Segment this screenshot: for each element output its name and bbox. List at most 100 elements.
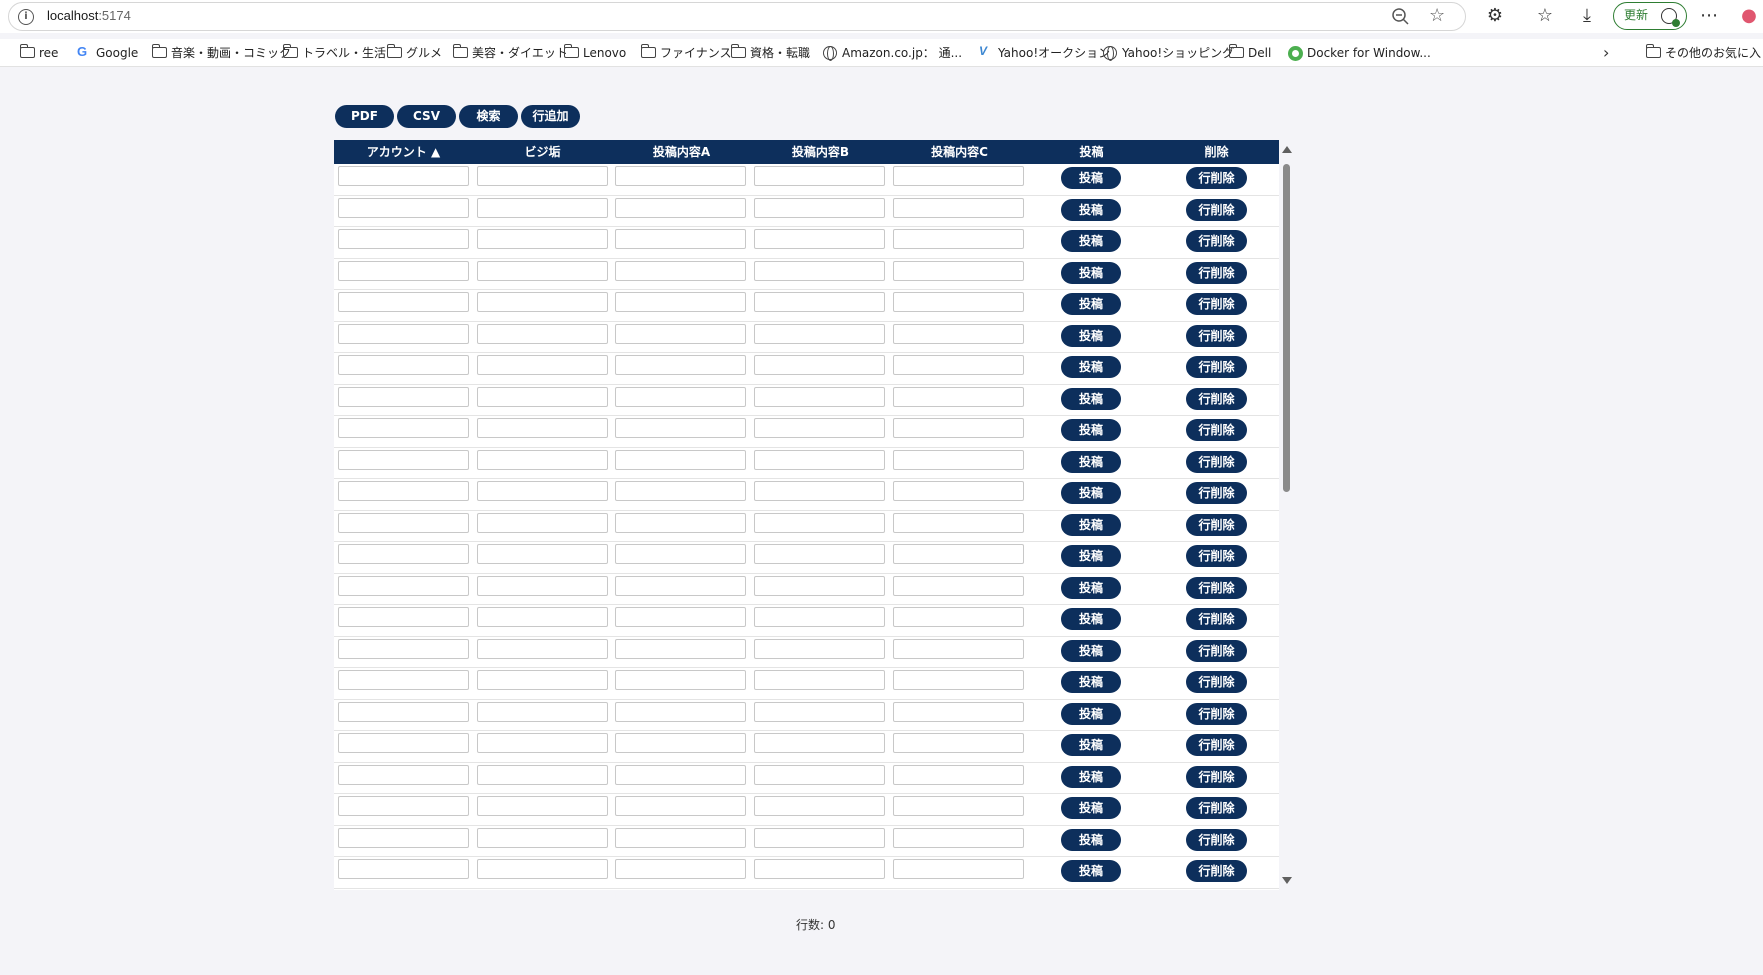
post-content-a-input[interactable] [615, 355, 746, 375]
extensions-icon[interactable]: ⚙ [1483, 5, 1507, 29]
post-content-a-input[interactable] [615, 292, 746, 312]
account-input[interactable] [338, 260, 469, 281]
post-button[interactable]: 投稿 [1061, 482, 1121, 504]
account-input[interactable] [338, 796, 469, 816]
account-input[interactable] [338, 229, 469, 249]
biz-account-input[interactable] [477, 607, 608, 627]
chevron-right-icon[interactable]: › [1603, 43, 1609, 62]
account-input[interactable] [338, 827, 469, 848]
bookmark-travel[interactable]: トラベル・生活 [283, 43, 386, 63]
post-content-b-input[interactable] [754, 229, 885, 249]
delete-row-button[interactable]: 行削除 [1186, 702, 1247, 725]
account-input[interactable] [338, 575, 469, 596]
delete-row-button[interactable]: 行削除 [1186, 513, 1247, 536]
post-content-b-input[interactable] [754, 827, 885, 848]
account-input[interactable] [338, 449, 469, 470]
account-input[interactable] [338, 292, 469, 312]
post-content-a-input[interactable] [615, 197, 746, 218]
post-content-a-input[interactable] [615, 449, 746, 470]
post-content-c-input[interactable] [893, 733, 1024, 753]
post-button[interactable]: 投稿 [1061, 261, 1121, 284]
delete-row-button[interactable]: 行削除 [1186, 324, 1247, 347]
more-menu-icon[interactable]: ⋯ [1697, 5, 1721, 29]
post-button[interactable]: 投稿 [1061, 576, 1121, 599]
search-button[interactable]: 検索 [459, 105, 518, 128]
delete-row-button[interactable]: 行削除 [1186, 797, 1247, 819]
post-content-b-input[interactable] [754, 418, 885, 438]
address-bar[interactable]: i localhost:5174 ☆ [8, 2, 1466, 31]
post-content-c-input[interactable] [893, 544, 1024, 564]
bookmark-music[interactable]: 音楽・動画・コミック [152, 43, 291, 63]
scroll-up-arrow-icon[interactable] [1282, 146, 1292, 153]
post-button[interactable]: 投稿 [1061, 828, 1121, 851]
delete-row-button[interactable]: 行削除 [1186, 576, 1247, 599]
post-content-b-input[interactable] [754, 796, 885, 816]
biz-account-input[interactable] [477, 544, 608, 564]
post-content-b-input[interactable] [754, 607, 885, 627]
copilot-icon[interactable]: ● [1737, 5, 1761, 29]
post-button[interactable]: 投稿 [1061, 513, 1121, 536]
downloads-icon[interactable]: ⤓ [1575, 5, 1599, 29]
scroll-down-arrow-icon[interactable] [1282, 877, 1292, 884]
post-content-c-input[interactable] [893, 386, 1024, 407]
delete-row-button[interactable]: 行削除 [1186, 828, 1247, 851]
post-content-c-input[interactable] [893, 701, 1024, 722]
delete-row-button[interactable]: 行削除 [1186, 261, 1247, 284]
account-input[interactable] [338, 670, 469, 690]
post-content-b-input[interactable] [754, 197, 885, 218]
biz-account-input[interactable] [477, 764, 608, 785]
post-button[interactable]: 投稿 [1061, 167, 1121, 189]
header-post-content-a[interactable]: 投稿内容A [612, 140, 751, 164]
delete-row-button[interactable]: 行削除 [1186, 734, 1247, 756]
post-content-a-input[interactable] [615, 670, 746, 690]
delete-row-button[interactable]: 行削除 [1186, 545, 1247, 567]
post-content-c-input[interactable] [893, 229, 1024, 249]
biz-account-input[interactable] [477, 449, 608, 470]
delete-row-button[interactable]: 行削除 [1186, 608, 1247, 630]
bookmark-amazon[interactable]: Amazon.co.jp： 通... [823, 43, 962, 63]
biz-account-input[interactable] [477, 481, 608, 501]
add-row-button[interactable]: 行追加 [521, 105, 580, 128]
post-content-c-input[interactable] [893, 449, 1024, 470]
post-content-a-input[interactable] [615, 544, 746, 564]
post-content-c-input[interactable] [893, 638, 1024, 659]
biz-account-input[interactable] [477, 418, 608, 438]
post-button[interactable]: 投稿 [1061, 356, 1121, 378]
delete-row-button[interactable]: 行削除 [1186, 167, 1247, 189]
post-content-c-input[interactable] [893, 859, 1024, 879]
post-content-a-input[interactable] [615, 386, 746, 407]
account-input[interactable] [338, 323, 469, 344]
post-content-b-input[interactable] [754, 670, 885, 690]
post-button[interactable]: 投稿 [1061, 702, 1121, 725]
account-input[interactable] [338, 355, 469, 375]
biz-account-input[interactable] [477, 796, 608, 816]
delete-row-button[interactable]: 行削除 [1186, 387, 1247, 410]
bookmark-lenovo[interactable]: Lenovo [564, 43, 626, 63]
bookmark-dell[interactable]: Dell [1229, 43, 1271, 63]
post-content-c-input[interactable] [893, 796, 1024, 816]
post-content-b-input[interactable] [754, 481, 885, 501]
bookmark-yahoo-shopping[interactable]: Yahoo!ショッピング [1103, 43, 1234, 63]
account-input[interactable] [338, 701, 469, 722]
bookmark-finance[interactable]: ファイナンス [641, 43, 732, 63]
biz-account-input[interactable] [477, 733, 608, 753]
post-content-c-input[interactable] [893, 197, 1024, 218]
post-content-b-input[interactable] [754, 733, 885, 753]
post-content-b-input[interactable] [754, 449, 885, 470]
header-post-content-c[interactable]: 投稿内容C [890, 140, 1029, 164]
post-content-a-input[interactable] [615, 859, 746, 879]
post-content-a-input[interactable] [615, 827, 746, 848]
biz-account-input[interactable] [477, 638, 608, 659]
biz-account-input[interactable] [477, 827, 608, 848]
post-content-b-input[interactable] [754, 166, 885, 186]
biz-account-input[interactable] [477, 859, 608, 879]
biz-account-input[interactable] [477, 166, 608, 186]
post-content-a-input[interactable] [615, 607, 746, 627]
account-input[interactable] [338, 733, 469, 753]
post-content-c-input[interactable] [893, 764, 1024, 785]
bookmark-beauty[interactable]: 美容・ダイエット [453, 43, 568, 63]
favorite-star-icon[interactable]: ☆ [1429, 6, 1445, 26]
post-button[interactable]: 投稿 [1061, 734, 1121, 756]
account-input[interactable] [338, 512, 469, 533]
post-content-c-input[interactable] [893, 827, 1024, 848]
